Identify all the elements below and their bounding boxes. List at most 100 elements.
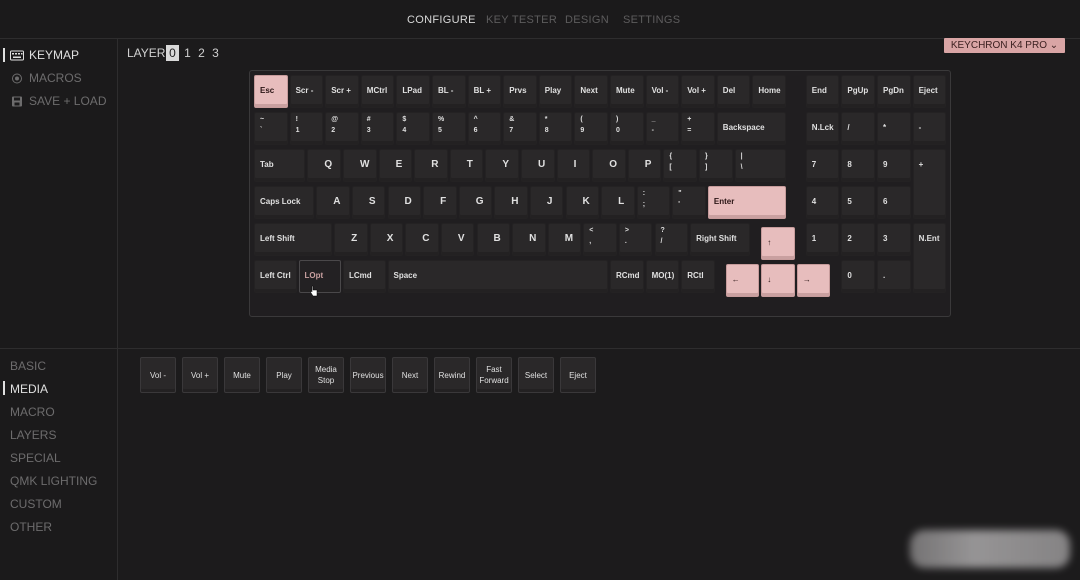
layer-3-button[interactable]: 3 (209, 45, 222, 61)
category-other[interactable]: OTHER (10, 520, 52, 534)
key-pgdn[interactable]: PgDn (877, 75, 911, 108)
key-bl[interactable]: BL + (467, 75, 502, 108)
key-home[interactable]: Home (752, 75, 786, 108)
key-5[interactable]: 5 (841, 186, 875, 219)
key-3[interactable]: #3 (360, 112, 395, 145)
key-n-ent[interactable]: N.Ent (912, 223, 947, 293)
media-key-select[interactable]: Select (518, 357, 554, 393)
key-a[interactable]: A (316, 186, 350, 219)
key-[interactable]: + = (681, 112, 715, 145)
key-tab[interactable]: Tab (254, 149, 306, 182)
key-h[interactable]: H (494, 186, 528, 219)
key-pgup[interactable]: PgUp (841, 75, 875, 108)
media-key-rewind[interactable]: Rewind (434, 357, 470, 393)
key-[interactable]: <, (583, 223, 617, 256)
key-[interactable]: >. (618, 223, 653, 256)
key-[interactable]: + (912, 149, 947, 219)
key-mctrl[interactable]: MCtrl (360, 75, 395, 108)
key-1[interactable]: ! 1 (289, 112, 324, 145)
key-0[interactable]: ) 0 (610, 112, 644, 145)
tab-key-tester[interactable]: KEY TESTER (486, 14, 557, 26)
tab-settings[interactable]: SETTINGS (623, 14, 680, 26)
key-[interactable]: | \ (734, 149, 786, 182)
key-2[interactable]: 2 (841, 223, 875, 256)
key-k[interactable]: K (565, 186, 600, 219)
key-caps-lock[interactable]: Caps Lock (254, 186, 315, 219)
sidebar-item-macros[interactable]: MACROS (10, 71, 82, 85)
media-key-play[interactable]: Play (266, 357, 302, 393)
key-bl[interactable]: BL - (432, 75, 466, 108)
category-media[interactable]: MEDIA (10, 382, 48, 396)
key-lopt[interactable]: LOpt (298, 260, 341, 293)
key-left-shift[interactable]: Left Shift (254, 223, 333, 256)
key-vol[interactable]: Vol - (645, 75, 680, 108)
key-[interactable]: / (841, 112, 875, 145)
key-vol[interactable]: Vol + (681, 75, 715, 108)
media-key-eject[interactable]: Eject (560, 357, 596, 393)
key-u[interactable]: U (521, 149, 555, 182)
keyboard-select-dropdown[interactable]: KEYCHRON K4 PRO ⌄ (944, 38, 1065, 53)
key-[interactable]: * (877, 112, 911, 145)
media-key-vol[interactable]: Vol - (140, 357, 176, 393)
key-[interactable]: ← (725, 264, 760, 297)
key-x[interactable]: X (369, 223, 404, 256)
key-lcmd[interactable]: LCmd (343, 260, 386, 293)
category-basic[interactable]: BASIC (10, 359, 46, 373)
key-[interactable]: - (912, 112, 947, 145)
key-enter[interactable]: Enter (707, 186, 786, 219)
key-7[interactable]: 7 (805, 149, 840, 182)
key-[interactable]: ~ ` (254, 112, 288, 145)
category-custom[interactable]: CUSTOM (10, 497, 62, 511)
key-z[interactable]: Z (334, 223, 368, 256)
key-n-lck[interactable]: N.Lck (805, 112, 840, 145)
key-eject[interactable]: Eject (912, 75, 947, 108)
key-n[interactable]: N (512, 223, 546, 256)
key-7[interactable]: & 7 (503, 112, 537, 145)
key-next[interactable]: Next (574, 75, 608, 108)
key-[interactable]: ↓ (761, 264, 795, 297)
key-right-shift[interactable]: Right Shift (690, 223, 751, 256)
key-8[interactable]: 8 (841, 149, 875, 182)
key-e[interactable]: E (378, 149, 413, 182)
key-mo-1[interactable]: MO(1) (645, 260, 680, 293)
key-0[interactable]: 0 (841, 260, 875, 293)
key-[interactable]: _ - (645, 112, 680, 145)
key-[interactable]: {[ (663, 149, 697, 182)
key-[interactable]: }] (699, 149, 733, 182)
key-[interactable]: " ' (672, 186, 706, 219)
key-3[interactable]: 3 (877, 223, 911, 256)
media-key-media-stop[interactable]: Media Stop (308, 357, 344, 393)
key-9[interactable]: (9 (574, 112, 608, 145)
key-m[interactable]: M (547, 223, 582, 256)
key-scr[interactable]: Scr - (289, 75, 324, 108)
key-v[interactable]: V (440, 223, 475, 256)
media-key-next[interactable]: Next (392, 357, 428, 393)
key-[interactable]: ↑ (761, 227, 795, 260)
key-[interactable]: ? / (654, 223, 689, 256)
category-special[interactable]: SPECIAL (10, 451, 61, 465)
category-macro[interactable]: MACRO (10, 405, 55, 419)
layer-0-button[interactable]: 0 (166, 45, 179, 61)
tab-configure[interactable]: CONFIGURE (407, 14, 476, 26)
key-l[interactable]: L (601, 186, 635, 219)
key-end[interactable]: End (805, 75, 840, 108)
key-6[interactable]: 6 (877, 186, 911, 219)
key-scr[interactable]: Scr + (325, 75, 359, 108)
key-d[interactable]: D (387, 186, 422, 219)
key-2[interactable]: @2 (325, 112, 359, 145)
key-s[interactable]: S (351, 186, 386, 219)
key-left-ctrl[interactable]: Left Ctrl (254, 260, 297, 293)
layer-2-button[interactable]: 2 (195, 45, 208, 61)
key-play[interactable]: Play (538, 75, 573, 108)
key-[interactable]: :; (636, 186, 671, 219)
key-[interactable]: → (796, 264, 831, 297)
key-[interactable]: . (877, 260, 911, 293)
key-backspace[interactable]: Backspace (716, 112, 786, 145)
key-c[interactable]: C (405, 223, 439, 256)
media-key-mute[interactable]: Mute (224, 357, 260, 393)
key-t[interactable]: T (449, 149, 484, 182)
key-lpad[interactable]: LPad (396, 75, 430, 108)
sidebar-item-save-load[interactable]: SAVE + LOAD (10, 94, 106, 108)
key-p[interactable]: P (627, 149, 662, 182)
key-mute[interactable]: Mute (610, 75, 644, 108)
